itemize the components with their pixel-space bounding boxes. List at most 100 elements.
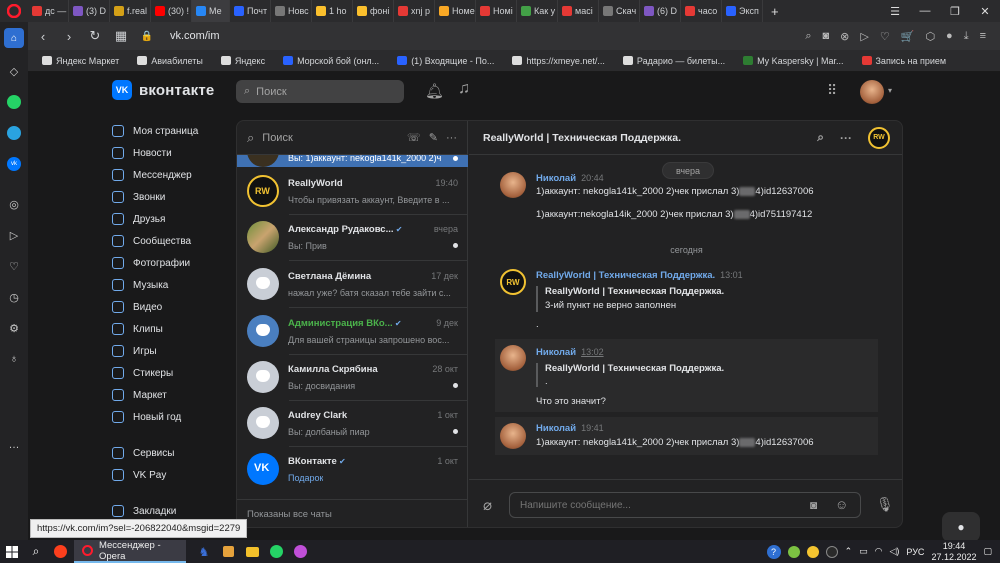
vk-search-input[interactable]: ⌕ Поиск: [236, 80, 404, 103]
chat-bubble-button[interactable]: ●: [942, 512, 980, 542]
close-window-icon[interactable]: ✕: [970, 0, 1000, 22]
compose-icon[interactable]: ✎: [429, 131, 438, 144]
player-icon[interactable]: ◎: [6, 196, 22, 212]
reply-quote[interactable]: ReallyWorld | Техническая Поддержка. .: [536, 363, 724, 387]
music-icon[interactable]: ♫: [458, 80, 470, 98]
browser-tab[interactable]: (3) D: [69, 0, 110, 22]
send-icon[interactable]: ▷: [860, 30, 868, 43]
browser-tab[interactable]: Номі: [476, 0, 517, 22]
whatsapp-icon[interactable]: [264, 540, 288, 563]
author-avatar[interactable]: [500, 345, 526, 371]
diamond-icon[interactable]: ◇: [6, 63, 22, 79]
tabs-grid-icon[interactable]: ▦: [114, 28, 128, 44]
conversation-item[interactable]: Audrey Clark 1 окт Вы: долбаный пиар: [237, 400, 468, 446]
bookmark-item[interactable]: My Kaspersky | Mar...: [743, 56, 844, 66]
search-icon[interactable]: ⌕: [817, 130, 824, 145]
bookmark-item[interactable]: https://xmeye.net/...: [512, 56, 605, 66]
folder-icon[interactable]: [240, 540, 264, 563]
browser-tab[interactable]: фоні: [353, 0, 394, 22]
author-avatar[interactable]: RW: [500, 269, 526, 295]
conversation-avatar[interactable]: [247, 407, 279, 439]
browser-tab[interactable]: Эксп: [722, 0, 763, 22]
browser-menu-icon[interactable]: ☰: [880, 0, 910, 22]
list-item-selected[interactable]: Вы: 1)аккаунт: nekogla141k_2000 2)ч: [237, 155, 468, 167]
app-icon-1[interactable]: ♞: [192, 540, 216, 563]
tray-icon-3[interactable]: [825, 545, 838, 558]
bookmark-item[interactable]: Яндекс Маркет: [42, 56, 119, 66]
conversation-avatar[interactable]: [247, 315, 279, 347]
app-icon-2[interactable]: [216, 540, 240, 563]
heart-sidebar-icon[interactable]: ♡: [6, 258, 22, 274]
windows-start-icon[interactable]: [0, 540, 24, 563]
battery-icon[interactable]: ▭: [859, 546, 868, 557]
browser-tab[interactable]: xnj p: [394, 0, 435, 22]
conversation-avatar[interactable]: [247, 221, 279, 253]
author-name[interactable]: Николай: [536, 173, 576, 184]
vk-icon[interactable]: vk: [6, 156, 22, 172]
notification-icon[interactable]: ▢: [983, 546, 992, 557]
browser-tab[interactable]: Скач: [599, 0, 640, 22]
conversation-avatar[interactable]: [247, 361, 279, 393]
bookmark-item[interactable]: Запись на прием: [861, 56, 946, 66]
chat-title[interactable]: ReallyWorld | Техническая Поддержка.: [483, 132, 681, 144]
menu-item[interactable]: Моя страница: [112, 120, 232, 142]
browser-tab[interactable]: Как у: [517, 0, 558, 22]
more-icon[interactable]: ···: [446, 132, 457, 144]
conversation-item[interactable]: Светлана Дёмина 17 дек нажал уже? батя ска…: [237, 261, 468, 307]
menu-lines-icon[interactable]: ≡: [980, 30, 986, 43]
user-avatar[interactable]: [860, 80, 884, 104]
keyboard-language[interactable]: РУС: [906, 547, 924, 557]
chevron-down-icon[interactable]: ▾: [888, 86, 892, 95]
menu-item[interactable]: Стикеры: [112, 362, 232, 384]
cube-icon[interactable]: ⬡: [925, 30, 935, 43]
url-field[interactable]: vk.com/im: [170, 30, 220, 42]
yandex-browser-icon[interactable]: [48, 540, 72, 563]
browser-tab[interactable]: Ме: [192, 0, 230, 22]
message-input[interactable]: [509, 492, 861, 518]
menu-item[interactable]: Сообщества: [112, 230, 232, 252]
search-icon[interactable]: ⌕: [805, 30, 811, 43]
conversation-item[interactable]: Администрация ВКо... ✔ 9 дек Для вашей стр…: [237, 308, 468, 354]
menu-item[interactable]: VK Pay: [112, 464, 232, 486]
opera-logo-icon[interactable]: [0, 0, 28, 22]
cart-icon[interactable]: 🛒: [901, 30, 915, 43]
menu-item[interactable]: Сервисы: [112, 442, 232, 464]
menu-item[interactable]: Маркет: [112, 384, 232, 406]
history-icon[interactable]: ◷: [6, 289, 22, 305]
reply-quote[interactable]: ReallyWorld | Техническая Поддержка. 3-и…: [536, 286, 724, 312]
conversation-avatar[interactable]: RW: [247, 175, 279, 207]
clock[interactable]: 19:44 27.12.2022: [931, 541, 976, 563]
menu-item[interactable]: Клипы: [112, 318, 232, 340]
bulb-icon[interactable]: ♁: [6, 351, 22, 367]
network-icon[interactable]: ◠: [875, 546, 883, 557]
minimize-icon[interactable]: —: [910, 0, 940, 22]
conv-search[interactable]: ⌕ Поиск ☏ ✎ ···: [237, 121, 467, 155]
new-call-icon[interactable]: ☏: [407, 131, 421, 144]
browser-tab[interactable]: 1 ho: [312, 0, 353, 22]
browser-tab[interactable]: f.real: [110, 0, 151, 22]
conversation-avatar[interactable]: [247, 268, 279, 300]
camera-icon[interactable]: ◙: [823, 30, 830, 43]
conversation-item[interactable]: RW ReallyWorld 19:40 Чтобы привязать аккаун…: [237, 168, 468, 214]
send-arrow-icon[interactable]: ▷: [6, 227, 22, 243]
volume-icon[interactable]: ◁): [889, 546, 899, 557]
telegram-icon[interactable]: [6, 125, 22, 141]
author-name[interactable]: Николай: [536, 423, 576, 434]
author-name[interactable]: Николай: [536, 347, 576, 358]
browser-tab[interactable]: часо: [681, 0, 722, 22]
more-icon[interactable]: ···: [840, 131, 852, 145]
author-name[interactable]: ReallyWorld | Техническая Поддержка.: [536, 270, 715, 281]
chevron-up-icon[interactable]: ⌃: [845, 546, 853, 557]
browser-tab[interactable]: дс —: [28, 0, 69, 22]
app-icon-3[interactable]: [288, 540, 312, 563]
menu-item[interactable]: Друзья: [112, 208, 232, 230]
bookmark-item[interactable]: Авиабилеты: [137, 56, 203, 66]
author-avatar[interactable]: [500, 423, 526, 449]
message-1[interactable]: Николай 20:44 1)аккаунт: nekogla141k_2000…: [495, 172, 881, 220]
message-3[interactable]: Николай 13:02 ReallyWorld | Техническая П…: [495, 339, 878, 412]
attach-icon[interactable]: ⌀: [483, 496, 492, 514]
profile-icon[interactable]: ●: [946, 30, 953, 43]
home-icon[interactable]: ⌂: [4, 28, 24, 48]
maximize-icon[interactable]: ❐: [940, 0, 970, 22]
menu-item[interactable]: Видео: [112, 296, 232, 318]
